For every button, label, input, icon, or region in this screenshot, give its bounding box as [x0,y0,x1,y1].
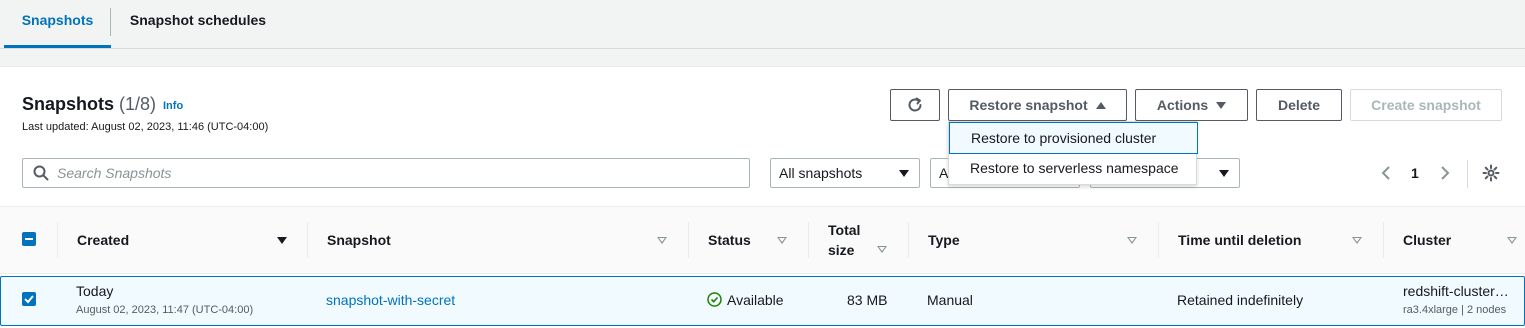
column-header-type[interactable]: Type [928,206,960,274]
total-size-line-1: Total [828,222,861,238]
refresh-icon [908,97,922,112]
status-cell: Available [727,292,784,308]
row-checkbox[interactable] [22,292,36,306]
sort-icon[interactable] [657,237,667,244]
created-cell: Today [76,283,114,299]
search-box [22,158,750,188]
indeterminate-mark [25,238,33,240]
next-page-icon[interactable] [1439,165,1451,181]
menu-item-restore-provisioned[interactable]: Restore to provisioned cluster [949,122,1198,154]
type-cell: Manual [927,292,973,308]
total-size-cell: 83 MB [847,292,888,308]
column-divider [808,222,809,258]
restore-snapshot-button[interactable]: Restore snapshot [948,89,1127,121]
page-title: Snapshots (1/8) [22,94,156,115]
column-divider [57,222,58,258]
search-input[interactable] [57,159,737,187]
column-divider [307,222,308,258]
cluster-cell[interactable]: redshift-cluster… [1403,283,1509,299]
title-text: Snapshots [22,94,115,114]
tab-divider [110,8,111,36]
sort-descending-icon[interactable] [277,237,287,244]
chevron-down-icon [1219,170,1229,177]
page-number[interactable]: 1 [1411,165,1419,181]
secondary-filter-value: A [939,165,949,181]
tab-snapshots[interactable]: Snapshots [4,0,111,48]
column-divider [688,222,689,258]
sort-icon[interactable] [877,246,887,253]
created-detail-cell: August 02, 2023, 11:47 (UTC-04:00) [76,304,254,316]
restore-dropdown-menu: Restore to provisioned cluster Restore t… [948,121,1198,185]
pager-divider [1467,160,1468,188]
sort-icon[interactable] [1352,237,1362,244]
sort-icon[interactable] [1507,237,1517,244]
title-count: (1/8) [119,94,157,114]
snapshot-link[interactable]: snapshot-with-secret [326,292,455,308]
sort-icon[interactable] [1127,237,1137,244]
column-divider [1383,222,1384,258]
column-divider [908,222,909,258]
caret-up-icon [1095,101,1106,109]
settings-gear-icon[interactable] [1482,164,1500,182]
tab-snapshot-schedules[interactable]: Snapshot schedules [122,0,274,48]
snapshot-type-select[interactable]: All snapshots [770,158,920,188]
cluster-detail-cell: ra3.4xlarge | 2 nodes [1403,304,1507,316]
select-all-checkbox[interactable] [22,232,36,246]
refresh-button[interactable] [890,89,940,121]
last-updated-text: Last updated: August 02, 2023, 11:46 (UT… [22,121,269,133]
column-divider [1158,222,1159,258]
column-header-cluster[interactable]: Cluster [1403,206,1451,274]
column-header-created[interactable]: Created [77,206,129,274]
create-snapshot-button[interactable]: Create snapshot [1350,89,1502,121]
column-header-time-until-deletion[interactable]: Time until deletion [1178,206,1301,274]
column-header-snapshot[interactable]: Snapshot [327,206,391,274]
search-icon [33,165,49,181]
actions-button[interactable]: Actions [1135,89,1248,121]
delete-button[interactable]: Delete [1256,89,1342,121]
sort-icon[interactable] [777,237,787,244]
time-until-deletion-cell: Retained indefinitely [1177,292,1304,308]
column-header-status[interactable]: Status [708,206,751,274]
info-link[interactable]: Info [163,100,183,112]
previous-page-icon[interactable] [1380,165,1392,181]
column-header-total-size[interactable]: Total size [828,206,860,274]
caret-down-icon [1216,101,1227,109]
restore-snapshot-label: Restore snapshot [969,97,1088,113]
chevron-down-icon [899,170,909,177]
status-success-icon [707,292,722,307]
snapshot-type-value: All snapshots [779,165,863,181]
menu-item-restore-serverless[interactable]: Restore to serverless namespace [949,153,1198,185]
actions-label: Actions [1156,97,1209,113]
total-size-line-2: size [828,242,855,258]
tab-bar: Snapshots Snapshot schedules [0,0,1525,49]
check-icon [24,295,34,304]
